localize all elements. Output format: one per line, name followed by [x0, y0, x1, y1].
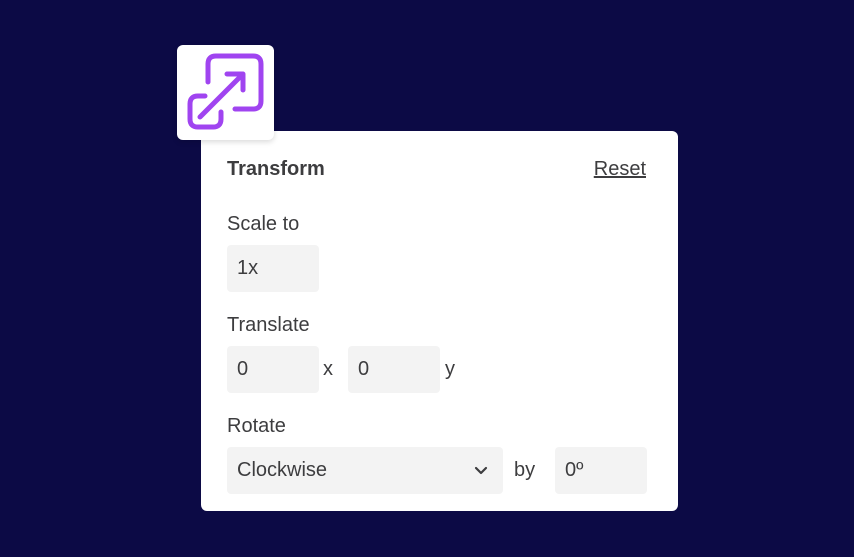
rotate-direction-select[interactable]: Clockwise	[227, 447, 503, 494]
rotate-label: Rotate	[227, 415, 286, 437]
translate-y-input[interactable]: 0	[348, 346, 440, 393]
scale-input[interactable]: 1x	[227, 245, 319, 292]
rotate-direction-value: Clockwise	[237, 459, 328, 481]
translate-label: Translate	[227, 314, 310, 336]
scale-label: Scale to	[227, 213, 300, 235]
x-label: x	[323, 358, 333, 380]
reset-link[interactable]: Reset	[594, 158, 646, 181]
y-label: y	[445, 358, 455, 380]
transform-icon-tile	[177, 45, 274, 140]
panel-title: Transform	[227, 158, 325, 180]
chevron-down-icon	[474, 466, 488, 475]
transform-panel: Transform Reset Scale to 1x Translate 0 …	[201, 131, 678, 511]
expand-arrow-icon	[187, 53, 264, 130]
by-label: by	[514, 459, 536, 481]
translate-x-input[interactable]: 0	[227, 346, 319, 393]
rotate-angle-input[interactable]: 0º	[555, 447, 647, 494]
